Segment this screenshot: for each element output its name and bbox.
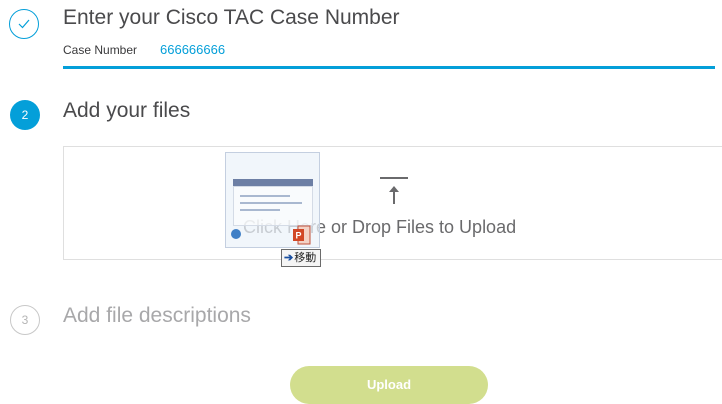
move-tooltip-text: 移動 bbox=[294, 252, 317, 264]
upload-arrow-icon bbox=[380, 177, 408, 204]
thumbnail-line bbox=[240, 195, 290, 197]
step-2-indicator: 2 bbox=[10, 100, 40, 130]
svg-text:P: P bbox=[296, 231, 302, 241]
step-2-title: Add your files bbox=[63, 99, 191, 122]
check-icon bbox=[18, 19, 30, 29]
case-number-underline bbox=[63, 66, 715, 69]
thumbnail-line bbox=[240, 202, 302, 204]
thumbnail-line bbox=[240, 209, 280, 211]
case-number-label: Case Number bbox=[63, 43, 138, 57]
step-3-title: Add file descriptions bbox=[63, 304, 251, 327]
thumbnail-window bbox=[233, 186, 313, 226]
thumbnail-cursor-dot bbox=[231, 229, 241, 239]
step-1-complete-indicator bbox=[9, 9, 39, 39]
case-number-input[interactable]: 666666666 bbox=[160, 42, 225, 57]
upload-button[interactable]: Upload bbox=[290, 366, 488, 404]
step-3-indicator: 3 bbox=[10, 305, 40, 335]
step-1-title: Enter your Cisco TAC Case Number bbox=[63, 6, 400, 29]
powerpoint-file-icon: P bbox=[293, 225, 311, 245]
move-arrow-icon: ➔ bbox=[284, 252, 294, 264]
thumbnail-titlebar bbox=[233, 179, 313, 186]
drag-move-tooltip: ➔移動 bbox=[281, 249, 322, 267]
